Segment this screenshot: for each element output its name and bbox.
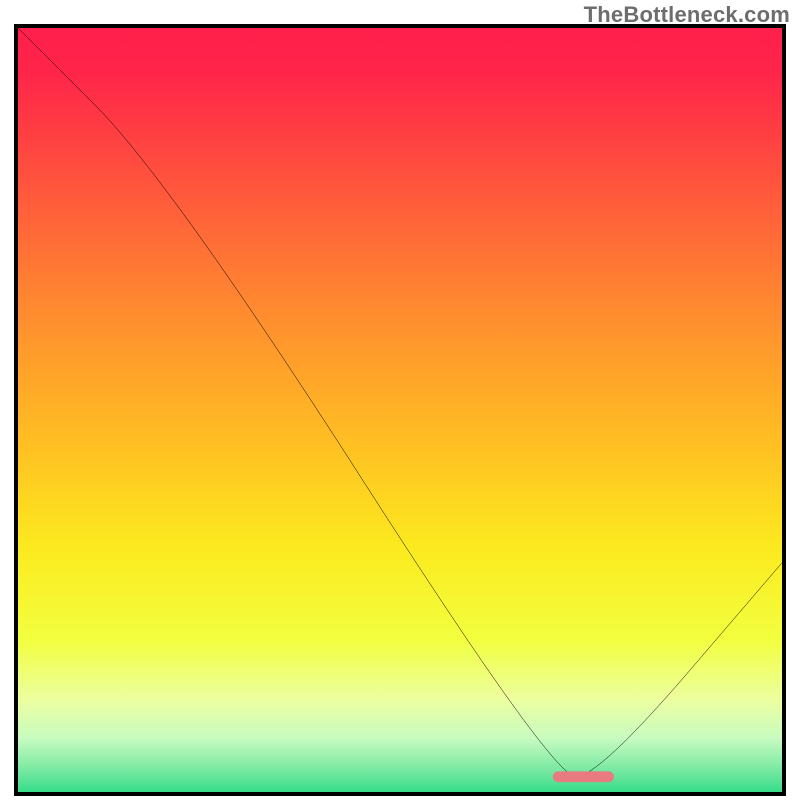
- minimum-marker: [18, 28, 782, 792]
- watermark-text: TheBottleneck.com: [584, 2, 790, 28]
- chart-plot-area: [14, 24, 786, 796]
